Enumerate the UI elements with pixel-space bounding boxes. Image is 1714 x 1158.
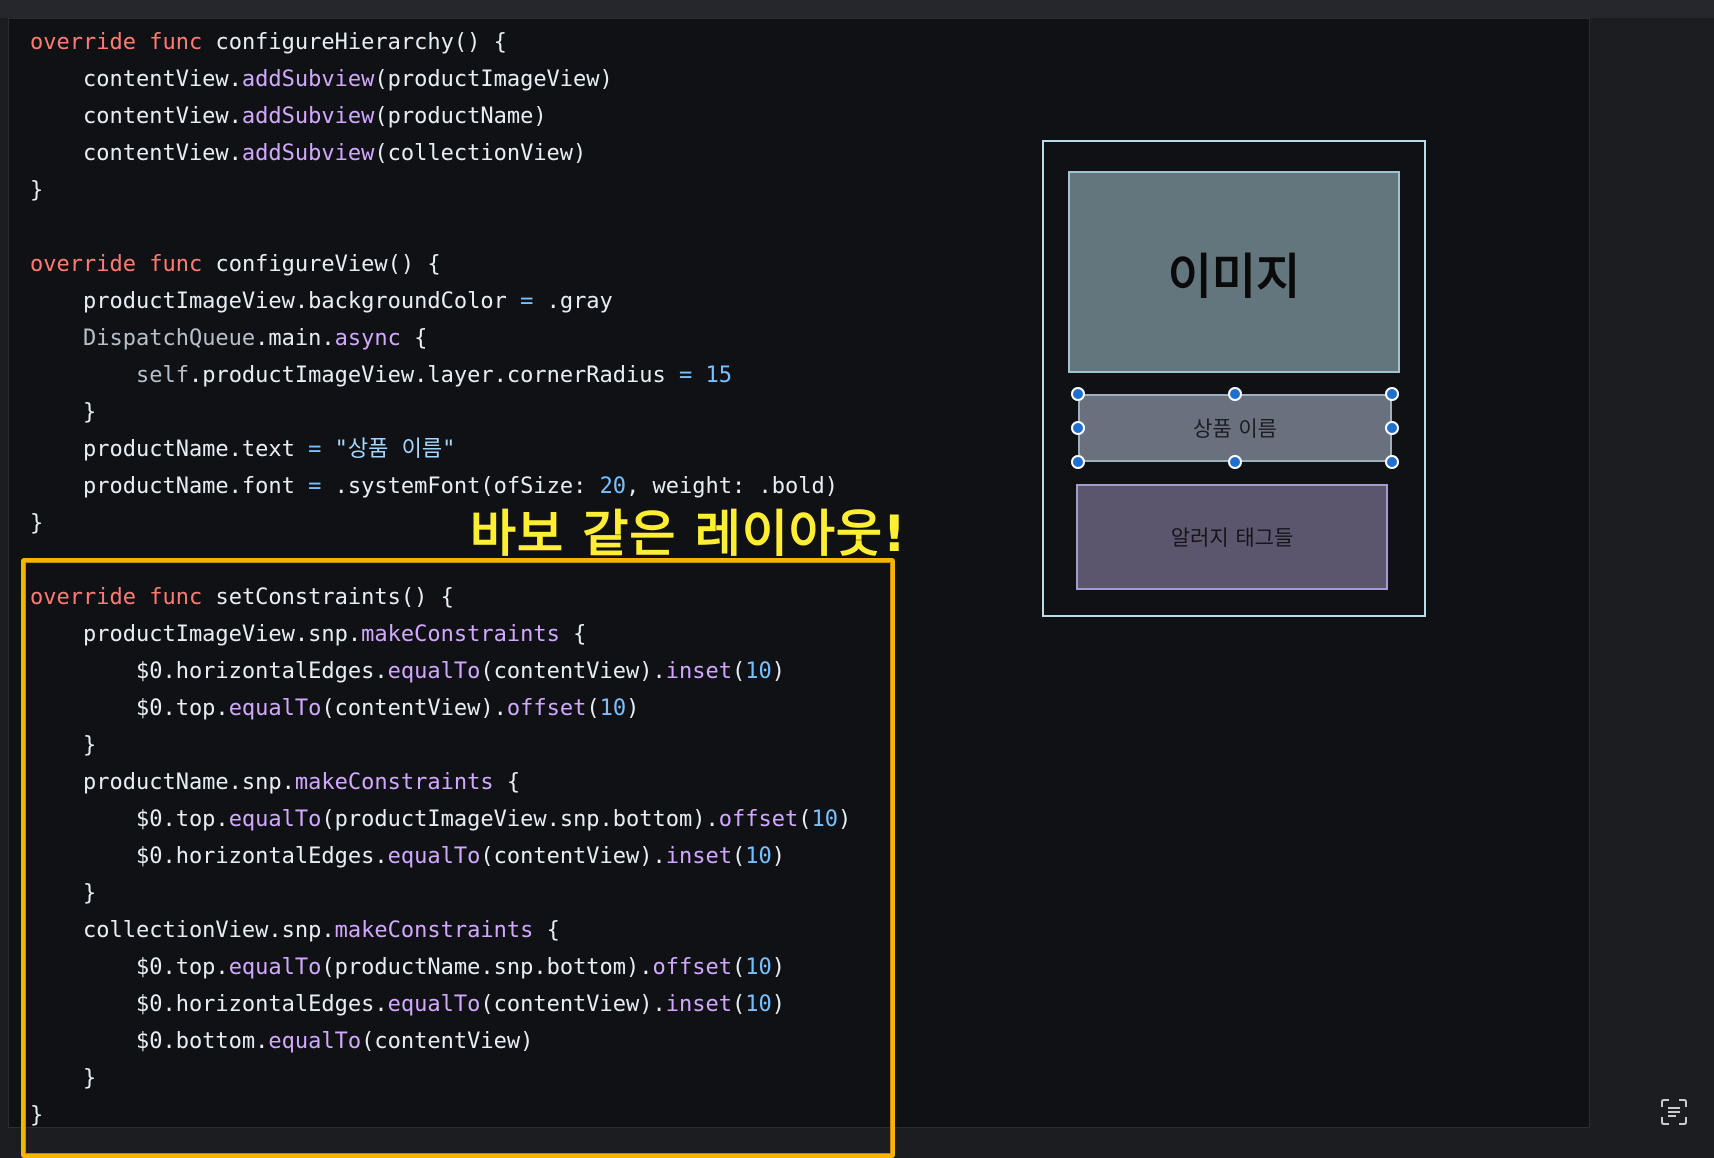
resize-handle-middle-left[interactable] bbox=[1071, 421, 1085, 435]
code-token: self bbox=[135, 363, 189, 388]
code-token: (productName) bbox=[374, 104, 547, 129]
code-token: = bbox=[308, 474, 322, 499]
code-token: = bbox=[520, 289, 534, 314]
resize-handle-bottom-center[interactable] bbox=[1228, 455, 1242, 469]
code-token: override bbox=[30, 252, 136, 277]
highlight-box bbox=[21, 558, 895, 1158]
mockup-image-label: 이미지 bbox=[1167, 249, 1301, 305]
code-token: configureHierarchy() { bbox=[202, 30, 507, 55]
code-token: } bbox=[30, 178, 44, 203]
code-line: contentView.addSubview(productName) bbox=[30, 98, 851, 135]
mockup-product-name-box: 상품 이름 bbox=[1078, 394, 1392, 462]
code-token: productName.text bbox=[30, 437, 309, 462]
code-token: (productImageView) bbox=[374, 67, 613, 92]
mockup-tags-box: 알러지 태그들 bbox=[1076, 484, 1388, 590]
mockup-product-name-label: 상품 이름 bbox=[1193, 417, 1277, 441]
code-token: func bbox=[149, 252, 203, 277]
code-token: productName.font bbox=[30, 474, 309, 499]
mockup-tags-label: 알러지 태그들 bbox=[1170, 526, 1294, 550]
code-token: } bbox=[30, 511, 44, 536]
resize-handle-top-center[interactable] bbox=[1228, 387, 1242, 401]
resize-handle-middle-right[interactable] bbox=[1385, 421, 1399, 435]
code-token: addSubview bbox=[241, 67, 375, 92]
resize-handle-top-left[interactable] bbox=[1071, 387, 1085, 401]
callout-text: 바보 같은 레이아웃! bbox=[470, 505, 907, 563]
code-line: contentView.addSubview(productImageView) bbox=[30, 61, 851, 98]
text-scan-icon[interactable] bbox=[1660, 1098, 1688, 1126]
code-token: override bbox=[30, 30, 136, 55]
code-line: productImageView.backgroundColor = .gray bbox=[30, 283, 851, 320]
code-line: } bbox=[30, 394, 851, 431]
code-line: override func configureHierarchy() { bbox=[30, 24, 851, 61]
code-token: async bbox=[334, 326, 401, 351]
resize-handle-bottom-left[interactable] bbox=[1071, 455, 1085, 469]
code-token: "상품 이름" bbox=[334, 437, 456, 462]
code-line: } bbox=[30, 172, 851, 209]
code-token: .productImageView.layer.cornerRadius bbox=[188, 363, 680, 388]
code-token: } bbox=[30, 400, 97, 425]
code-token: contentView. bbox=[30, 141, 242, 166]
code-token: configureView() { bbox=[202, 252, 441, 277]
code-token: func bbox=[149, 30, 203, 55]
code-token: contentView. bbox=[30, 104, 242, 129]
code-token: addSubview bbox=[241, 104, 375, 129]
code-token: = bbox=[679, 363, 693, 388]
code-line: productName.text = "상품 이름" bbox=[30, 431, 851, 468]
code-token: DispatchQueue bbox=[82, 326, 256, 351]
code-token: contentView. bbox=[30, 67, 242, 92]
code-token: addSubview bbox=[241, 141, 375, 166]
code-line: self.productImageView.layer.cornerRadius… bbox=[30, 357, 851, 394]
code-token: (collectionView) bbox=[374, 141, 587, 166]
code-token: productImageView.backgroundColor bbox=[30, 289, 521, 314]
resize-handle-bottom-right[interactable] bbox=[1385, 455, 1399, 469]
code-token: .main. bbox=[255, 326, 335, 351]
mockup-image-placeholder: 이미지 bbox=[1068, 171, 1400, 373]
code-token: 15 bbox=[705, 363, 733, 388]
code-token: .gray bbox=[533, 289, 613, 314]
code-line: contentView.addSubview(collectionView) bbox=[30, 135, 851, 172]
code-line: DispatchQueue.main.async { bbox=[30, 320, 851, 357]
resize-handle-top-right[interactable] bbox=[1385, 387, 1399, 401]
code-token: { bbox=[400, 326, 428, 351]
code-line: override func configureView() { bbox=[30, 246, 851, 283]
top-bar bbox=[0, 0, 1714, 18]
code-token: = bbox=[308, 437, 322, 462]
